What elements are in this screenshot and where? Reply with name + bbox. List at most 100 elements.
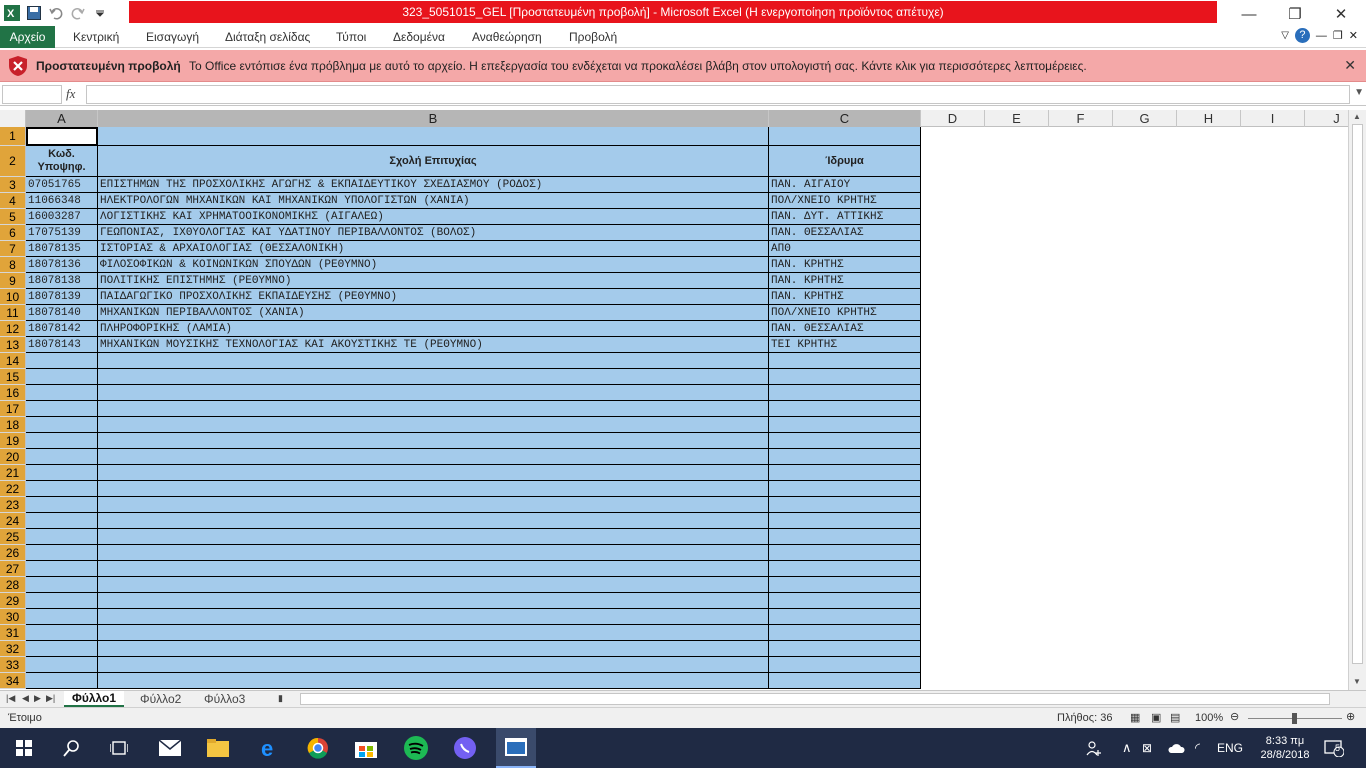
empty-cell[interactable]	[769, 529, 921, 545]
empty-cell[interactable]	[98, 561, 769, 577]
cell-institution[interactable]: ΤΕΙ ΚΡΗΤΗΣ	[769, 337, 921, 353]
empty-cell[interactable]	[98, 497, 769, 513]
windows-start-icon[interactable]	[8, 732, 40, 764]
empty-cell[interactable]	[769, 481, 921, 497]
page-layout-view-icon[interactable]: ▣	[1151, 711, 1161, 724]
workbook-close-icon[interactable]: ✕	[1349, 29, 1358, 42]
row-header[interactable]: 6	[0, 225, 26, 241]
sheet-tab-3[interactable]: Φύλλο3	[196, 691, 253, 707]
empty-cell[interactable]	[26, 385, 98, 401]
formula-input[interactable]	[86, 85, 1350, 104]
save-icon[interactable]	[24, 3, 44, 23]
empty-cell[interactable]	[769, 497, 921, 513]
cell-institution[interactable]: ΑΠΘ	[769, 241, 921, 257]
empty-cell[interactable]	[98, 369, 769, 385]
cell-institution[interactable]: ΠΑΝ. ΘΕΣΣΑΛΙΑΣ	[769, 225, 921, 241]
viber-icon[interactable]	[449, 732, 481, 764]
cell-school[interactable]: ΜΗΧΑΝΙΚΩΝ ΠΕΡΙΒΑΛΛΟΝΤΟΣ (ΧΑΝΙΑ)	[98, 305, 769, 321]
network-x-icon[interactable]: ⊠	[1142, 728, 1152, 768]
tray-chevron-icon[interactable]: ∧	[1122, 728, 1132, 768]
empty-cell[interactable]	[98, 545, 769, 561]
row-header[interactable]: 32	[0, 641, 26, 657]
empty-cell[interactable]	[98, 385, 769, 401]
cell-school[interactable]: ΕΠΙΣΤΗΜΩΝ ΤΗΣ ΠΡΟΣΧΟΛΙΚΗΣ ΑΓΩΓΗΣ & ΕΚΠΑΙ…	[98, 177, 769, 193]
cell-school[interactable]: ΦΙΛΟΣΟΦΙΚΩΝ & ΚΟΙΝΩΝΙΚΩΝ ΣΠΟΥΔΩΝ (ΡΕΘΥΜΝ…	[98, 257, 769, 273]
col-header-a[interactable]: A	[26, 110, 98, 127]
cell-candidate-code[interactable]: 18078142	[26, 321, 98, 337]
empty-cell[interactable]	[26, 417, 98, 433]
customize-qat-icon[interactable]	[90, 3, 110, 23]
notification-center-icon[interactable]: 5	[1324, 728, 1344, 768]
row-header[interactable]: 10	[0, 289, 26, 305]
row-header[interactable]: 27	[0, 561, 26, 577]
zoom-in-icon[interactable]: ⊕	[1346, 710, 1355, 723]
empty-cell[interactable]	[26, 433, 98, 449]
row-header[interactable]: 18	[0, 417, 26, 433]
clock[interactable]: 8:33 πμ 28/8/2018	[1260, 728, 1310, 768]
empty-cell[interactable]	[98, 417, 769, 433]
zoom-slider-thumb[interactable]	[1292, 713, 1297, 724]
empty-cell[interactable]	[98, 513, 769, 529]
tab-review[interactable]: Αναθεώρηση	[472, 26, 542, 48]
tab-insert[interactable]: Εισαγωγή	[146, 26, 199, 48]
empty-cell[interactable]	[26, 369, 98, 385]
cell-school[interactable]: ΠΑΙΔΑΓΩΓΙΚΟ ΠΡΟΣΧΟΛΙΚΗΣ ΕΚΠΑΙΔΕΥΣΗΣ (ΡΕΘ…	[98, 289, 769, 305]
people-icon[interactable]	[1086, 728, 1102, 768]
close-icon[interactable]: ✕	[1344, 57, 1356, 74]
language-indicator[interactable]: ENG	[1217, 728, 1243, 768]
col-header-e[interactable]: E	[985, 110, 1049, 127]
prev-sheet-icon[interactable]: ◀	[22, 693, 29, 704]
empty-cell[interactable]	[26, 673, 98, 689]
empty-cell[interactable]	[769, 465, 921, 481]
search-icon[interactable]	[56, 732, 88, 764]
empty-cell[interactable]	[98, 625, 769, 641]
cell-school[interactable]: ΜΗΧΑΝΙΚΩΝ ΜΟΥΣΙΚΗΣ ΤΕΧΝΟΛΟΓΙΑΣ ΚΑΙ ΑΚΟΥΣ…	[98, 337, 769, 353]
row-header[interactable]: 29	[0, 593, 26, 609]
help-icon[interactable]: ?	[1294, 28, 1310, 43]
col-header-b[interactable]: B	[98, 110, 769, 127]
restore-button[interactable]: ❐	[1272, 0, 1318, 28]
empty-cell[interactable]	[26, 593, 98, 609]
header-cell-code[interactable]: Κωδ. Υποψηφ.	[26, 146, 98, 177]
vertical-scrollbar[interactable]: ▲ ▼	[1348, 110, 1366, 690]
cell-school[interactable]: ΙΣΤΟΡΙΑΣ & ΑΡΧΑΙΟΛΟΓΙΑΣ (ΘΕΣΣΑΛΟΝΙΚΗ)	[98, 241, 769, 257]
row-header[interactable]: 13	[0, 337, 26, 353]
cell-candidate-code[interactable]: 18078139	[26, 289, 98, 305]
empty-cell[interactable]	[98, 657, 769, 673]
empty-cell[interactable]	[769, 545, 921, 561]
empty-cell[interactable]	[98, 529, 769, 545]
workbook-minimize-icon[interactable]: —	[1316, 30, 1327, 42]
row-header[interactable]: 28	[0, 577, 26, 593]
cell-institution[interactable]: ΠΑΝ. ΚΡΗΤΗΣ	[769, 273, 921, 289]
empty-cell[interactable]	[26, 561, 98, 577]
cell-institution[interactable]: ΠΟΛ/ΧΝΕΙΟ ΚΡΗΤΗΣ	[769, 305, 921, 321]
expand-formula-bar-icon[interactable]: ▼	[1354, 87, 1364, 98]
workbook-restore-icon[interactable]: ❐	[1333, 29, 1343, 42]
row-header[interactable]: 15	[0, 369, 26, 385]
cell-school[interactable]: ΗΛΕΚΤΡΟΛΟΓΩΝ ΜΗΧΑΝΙΚΩΝ ΚΑΙ ΜΗΧΑΝΙΚΩΝ ΥΠΟ…	[98, 193, 769, 209]
select-all-corner[interactable]	[0, 110, 26, 127]
row-header[interactable]: 17	[0, 401, 26, 417]
normal-view-icon[interactable]: ▦	[1130, 711, 1140, 724]
cell-candidate-code[interactable]: 16003287	[26, 209, 98, 225]
page-break-view-icon[interactable]: ▤	[1170, 711, 1180, 724]
empty-cell[interactable]	[98, 673, 769, 689]
row-header[interactable]: 12	[0, 321, 26, 337]
store-icon[interactable]	[350, 732, 382, 764]
row-header[interactable]: 7	[0, 241, 26, 257]
empty-cell[interactable]	[26, 545, 98, 561]
empty-cell[interactable]	[769, 625, 921, 641]
tab-data[interactable]: Δεδομένα	[393, 26, 445, 48]
empty-cell[interactable]	[769, 385, 921, 401]
empty-cell[interactable]	[26, 641, 98, 657]
header-cell-institution[interactable]: Ίδρυμα	[769, 146, 921, 177]
cell-candidate-code[interactable]: 18078136	[26, 257, 98, 273]
row-header[interactable]: 2	[0, 146, 26, 177]
col-header-h[interactable]: H	[1177, 110, 1241, 127]
empty-cell[interactable]	[769, 513, 921, 529]
empty-cell[interactable]	[98, 449, 769, 465]
next-sheet-icon[interactable]: ▶	[34, 693, 41, 704]
tab-view[interactable]: Προβολή	[569, 26, 617, 48]
row-header[interactable]: 21	[0, 465, 26, 481]
row-header[interactable]: 26	[0, 545, 26, 561]
